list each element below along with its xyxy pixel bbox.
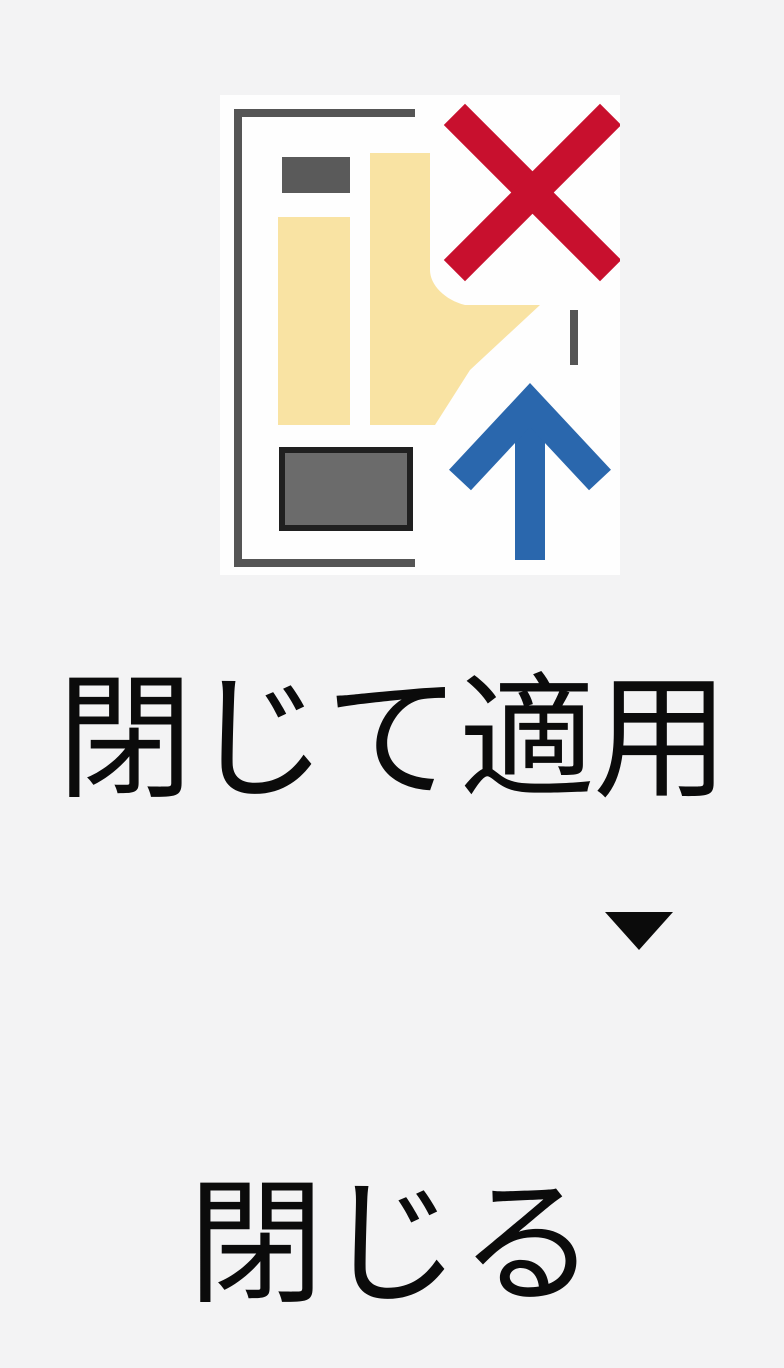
close-and-apply-label: 閉じて適用 xyxy=(57,661,729,819)
chevron-down-icon[interactable] xyxy=(605,912,673,950)
ribbon-group-label: 閉じる xyxy=(188,1166,596,1324)
close-and-apply-button[interactable]: 閉じて適用 xyxy=(0,0,784,1010)
close-and-apply-icon xyxy=(220,95,622,575)
ribbon-group-close: 閉じて適用 閉じる xyxy=(0,0,784,1368)
